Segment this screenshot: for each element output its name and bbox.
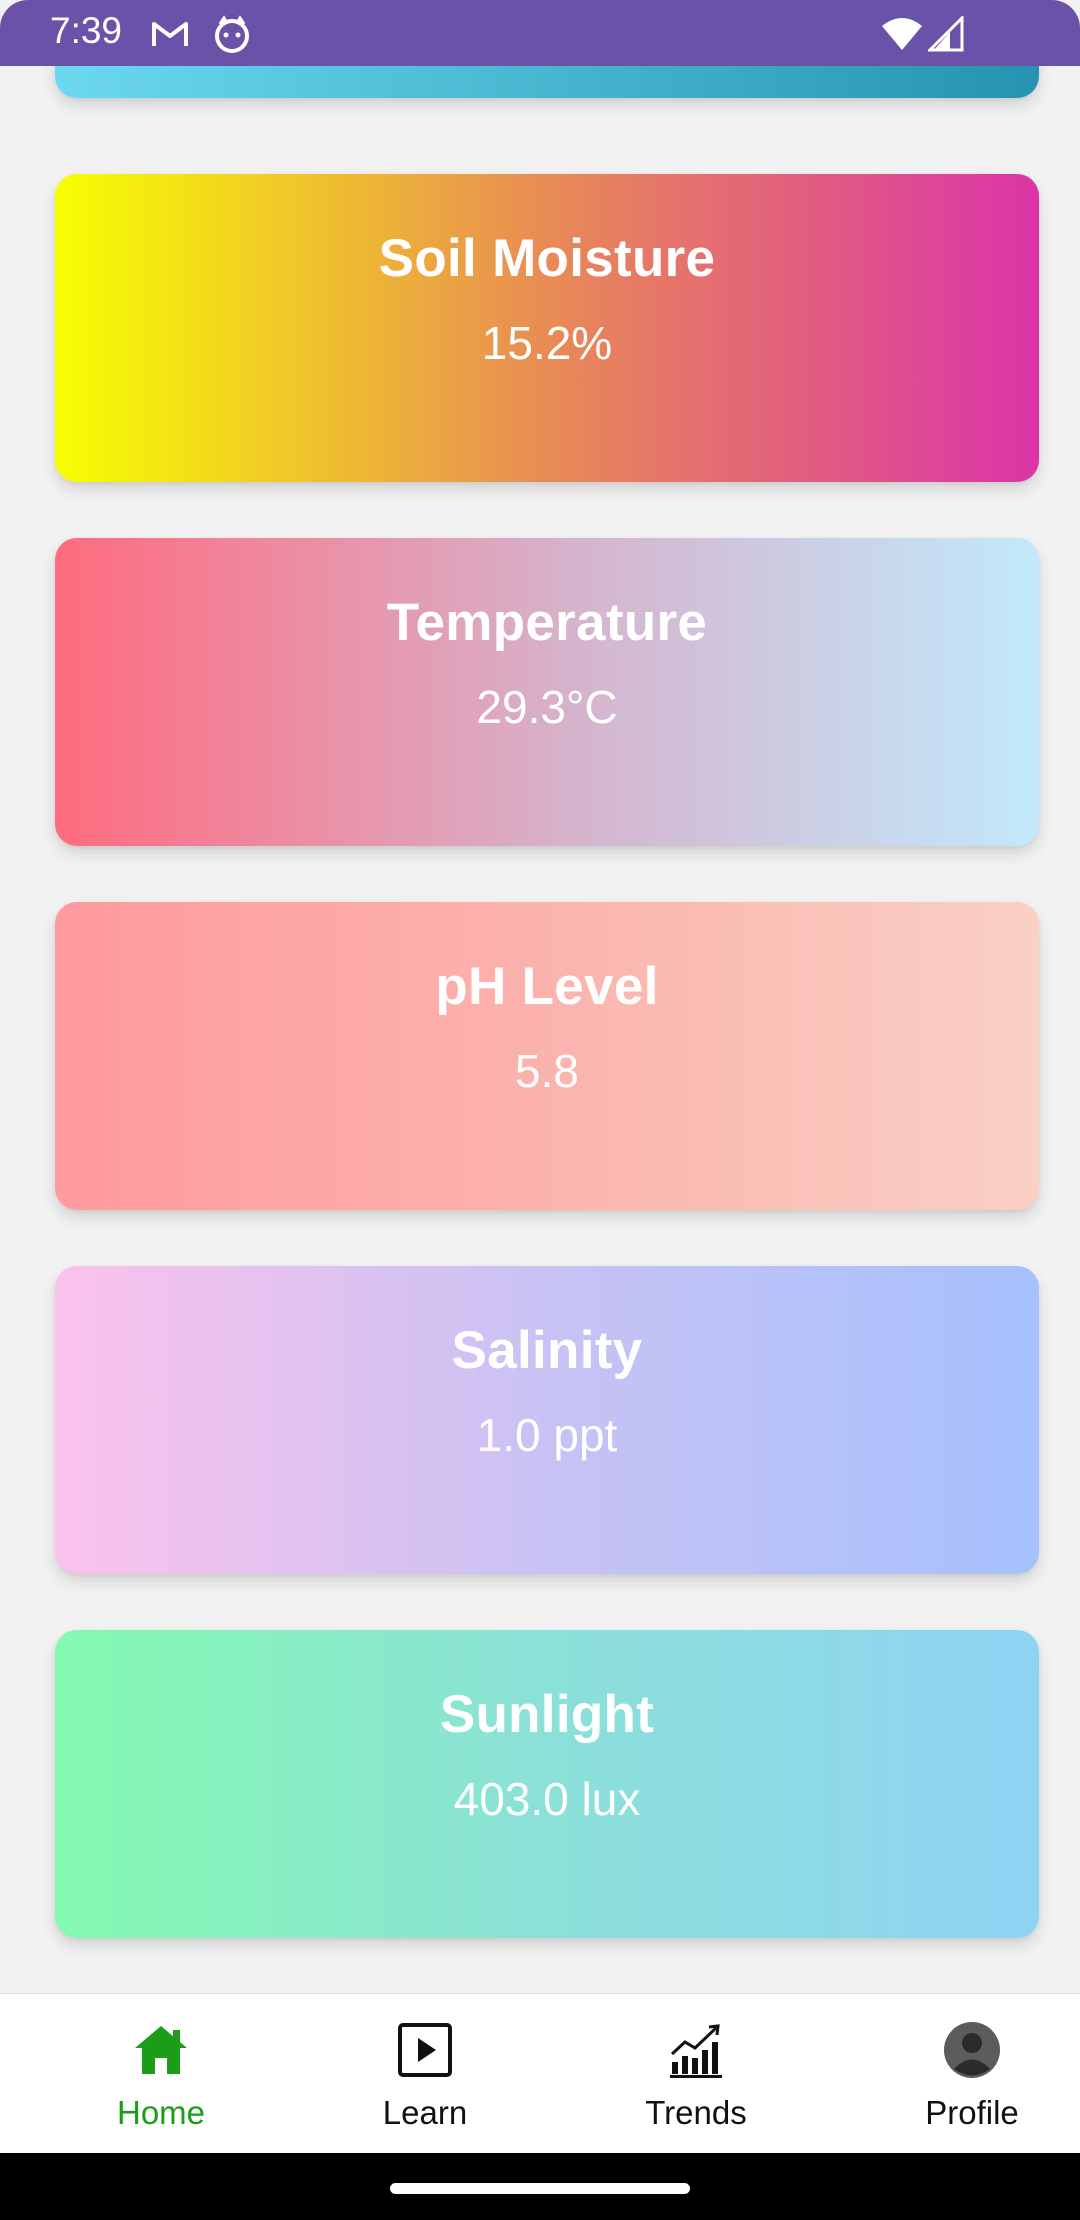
ph-level-card[interactable]: pH Level 5.8 bbox=[55, 902, 1039, 1210]
temperature-card[interactable]: Temperature 29.3°C bbox=[55, 538, 1039, 846]
card-value: 5.8 bbox=[515, 1045, 579, 1097]
soil-moisture-card[interactable]: Soil Moisture 15.2% bbox=[55, 174, 1039, 482]
salinity-card[interactable]: Salinity 1.0 ppt bbox=[55, 1266, 1039, 1574]
chart-trend-icon bbox=[670, 2024, 722, 2078]
play-icon bbox=[398, 2023, 452, 2077]
sunlight-card[interactable]: Sunlight 403.0 lux bbox=[55, 1630, 1039, 1938]
bottom-navigation: Home Learn Trends Profile bbox=[0, 1993, 1080, 2153]
card-value: 15.2% bbox=[481, 317, 613, 369]
card-value: 29.3°C bbox=[476, 681, 618, 733]
nav-label-home: Home bbox=[116, 2094, 206, 2131]
card-label: Temperature bbox=[386, 593, 708, 652]
nav-item-trends[interactable]: Trends bbox=[596, 1994, 796, 2154]
status-bar: 7:39 bbox=[0, 0, 1080, 66]
nav-label-trends: Trends bbox=[645, 2094, 747, 2131]
nav-item-home[interactable]: Home bbox=[61, 1994, 261, 2154]
card-value: 1.0 ppt bbox=[476, 1409, 618, 1461]
card-label: Soil Moisture bbox=[378, 229, 716, 288]
gmail-icon bbox=[152, 22, 188, 46]
nav-label-learn: Learn bbox=[382, 2094, 468, 2131]
card-label: pH Level bbox=[435, 957, 659, 1016]
home-icon bbox=[135, 2026, 187, 2074]
card-label: Sunlight bbox=[439, 1685, 655, 1744]
nav-item-profile[interactable]: Profile bbox=[872, 1994, 1072, 2154]
nav-item-learn[interactable]: Learn bbox=[325, 1994, 525, 2154]
signal-icon bbox=[928, 16, 964, 52]
card-label: Salinity bbox=[451, 1321, 643, 1380]
status-time: 7:39 bbox=[50, 10, 123, 51]
nav-label-profile: Profile bbox=[925, 2094, 1019, 2131]
card-value: 403.0 lux bbox=[453, 1773, 641, 1825]
app-screen: 7:39 Soil Moisture 15.2% Temperature 29.… bbox=[0, 0, 1080, 2220]
system-gesture-bar bbox=[0, 2153, 1080, 2220]
cat-icon bbox=[215, 15, 249, 53]
sensor-card-list[interactable]: Soil Moisture 15.2% Temperature 29.3°C p… bbox=[0, 0, 1080, 2000]
wifi-icon bbox=[882, 18, 922, 50]
profile-icon bbox=[944, 2022, 1000, 2078]
gesture-handle[interactable] bbox=[390, 2183, 690, 2194]
